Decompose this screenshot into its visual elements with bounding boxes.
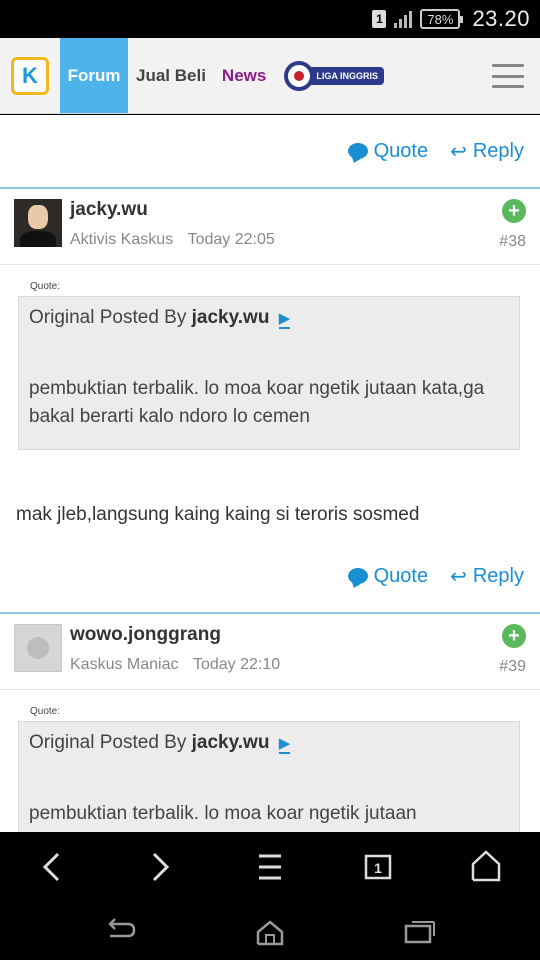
quote-title: Original Posted By jacky.wu ▶ (29, 307, 509, 329)
liga-label: LIGA INGGRIS (310, 66, 385, 85)
tabs-icon[interactable]: 1 (364, 854, 392, 880)
post-actions: Quote ↩ Reply (0, 115, 540, 187)
post-actions: Quote ↩ Reply (0, 540, 540, 612)
quote-prefix: Original Posted By (29, 732, 187, 753)
username[interactable]: wowo.jonggrang (70, 624, 280, 646)
post-body: mak jleb,langsung kaing kaing si teroris… (16, 504, 420, 525)
quote-label: Quote: (30, 706, 61, 717)
plus-icon[interactable]: + (502, 624, 526, 648)
post-user-info: wowo.jonggrang Kaskus Maniac Today 22:10 (70, 622, 280, 681)
post-number[interactable]: #38 (499, 233, 526, 251)
browser-toolbar: 1 (0, 832, 540, 902)
reply-button[interactable]: ↩ Reply (450, 139, 524, 164)
liga-inggris-logo[interactable]: LIGA INGGRIS (284, 60, 385, 91)
post-time: Today 22:05 (187, 231, 275, 248)
user-rank: Aktivis Kaskus (70, 231, 174, 248)
quote-button-label: Quote (373, 564, 429, 587)
thread-content[interactable]: Quote ↩ Reply jacky.wu Aktivis Kaskus To… (0, 115, 540, 832)
system-home-icon[interactable] (256, 920, 284, 946)
hamburger-menu-icon[interactable] (492, 64, 524, 88)
reply-button[interactable]: ↩ Reply (450, 564, 524, 589)
menu-icon[interactable] (240, 842, 300, 892)
battery-icon: 78% (420, 9, 464, 29)
forward-icon[interactable] (130, 842, 190, 892)
post-meta: Aktivis Kaskus Today 22:05 (70, 231, 275, 249)
quote-box: Original Posted By jacky.wu ▶ pembuktian… (18, 721, 520, 832)
quote-author: jacky.wu (191, 732, 270, 753)
avatar[interactable] (14, 199, 62, 247)
system-nav-bar (0, 902, 540, 960)
reply-arrow-icon: ↩ (450, 140, 467, 163)
post-user-info: jacky.wu Aktivis Kaskus Today 22:05 (70, 197, 275, 256)
kaskus-logo[interactable]: K (0, 38, 60, 113)
tab-count: 1 (374, 860, 382, 876)
quote-prefix: Original Posted By (29, 307, 187, 328)
speech-bubble-icon (347, 568, 368, 584)
status-bar: 1 78% 23.20 (0, 0, 540, 38)
post-header: wowo.jonggrang Kaskus Maniac Today 22:10… (0, 612, 540, 690)
username[interactable]: jacky.wu (70, 199, 275, 221)
reply-button-label: Reply (472, 564, 524, 587)
quote-text: pembuktian terbalik. lo moa koar ngetik … (29, 378, 485, 427)
go-to-post-icon[interactable]: ▶ (278, 736, 291, 754)
quote-text: pembuktian terbalik. lo moa koar ngetik … (29, 803, 417, 824)
quote-button-label: Quote (373, 139, 429, 162)
battery-level: 78% (427, 11, 454, 27)
nav-jual-beli[interactable]: Jual Beli (128, 38, 214, 113)
quote-author: jacky.wu (191, 307, 270, 328)
quote-button[interactable]: Quote (347, 564, 429, 588)
quote-button[interactable]: Quote (347, 139, 429, 163)
quote-box: Original Posted By jacky.wu ▶ pembuktian… (18, 296, 520, 450)
clock: 23.20 (472, 6, 530, 31)
liga-badge-icon (284, 60, 315, 91)
post-number[interactable]: #39 (499, 658, 526, 676)
app-header: K Forum Jual Beli News LIGA INGGRIS (0, 38, 540, 114)
back-icon[interactable] (22, 842, 82, 892)
nav-forum[interactable]: Forum (60, 38, 128, 113)
post-meta: Kaskus Maniac Today 22:10 (70, 656, 280, 674)
system-back-icon[interactable] (108, 918, 136, 938)
user-rank: Kaskus Maniac (70, 656, 179, 673)
quote-label: Quote: (30, 281, 61, 292)
nav-news[interactable]: News (214, 38, 274, 113)
reply-button-label: Reply (472, 139, 524, 162)
sim-icon: 1 (372, 10, 387, 28)
kaskus-logo-icon: K (11, 56, 49, 95)
post-header: jacky.wu Aktivis Kaskus Today 22:05 + #3… (0, 187, 540, 265)
avatar[interactable] (14, 624, 62, 672)
home-icon[interactable] (471, 850, 501, 882)
reply-arrow-icon: ↩ (450, 565, 467, 588)
recents-icon[interactable] (404, 921, 435, 944)
quote-title: Original Posted By jacky.wu ▶ (29, 732, 509, 754)
go-to-post-icon[interactable]: ▶ (278, 311, 291, 329)
speech-bubble-icon (347, 143, 368, 159)
main-nav: Forum Jual Beli News LIGA INGGRIS (60, 38, 385, 113)
post-time: Today 22:10 (192, 656, 281, 673)
signal-icon (394, 10, 413, 28)
plus-icon[interactable]: + (502, 199, 526, 223)
